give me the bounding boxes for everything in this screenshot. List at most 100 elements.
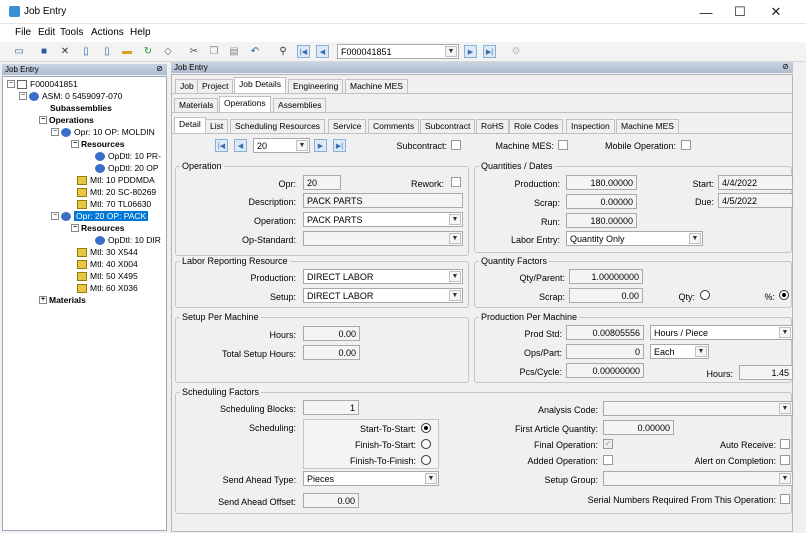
total-setup-hours-field[interactable]: 0.00 — [303, 345, 360, 360]
tree-node[interactable]: + Materials — [39, 295, 86, 305]
start-to-start-radio[interactable] — [421, 423, 431, 433]
tree-node[interactable]: − Operations — [39, 115, 94, 125]
send-ahead-offset-field[interactable]: 0.00 — [303, 493, 359, 508]
save-icon[interactable]: ■ — [38, 45, 50, 57]
tree-node[interactable]: − Resources — [71, 139, 124, 149]
chevron-down-icon[interactable]: ▼ — [449, 271, 461, 282]
tab-job[interactable]: Job — [175, 79, 199, 93]
tree-node[interactable]: − ASM: 0 5459097-070 — [19, 91, 122, 101]
tab-job-details[interactable]: Job Details — [234, 77, 287, 93]
tab-inspection[interactable]: Inspection — [566, 119, 615, 133]
tree-node[interactable]: Mtl: 50 X495 — [77, 271, 138, 281]
refresh-icon[interactable]: ↻ — [142, 45, 154, 57]
scrap-factor-field[interactable]: 0.00 — [569, 288, 643, 303]
last-record-icon[interactable]: ▶| — [483, 45, 496, 58]
scrap-percent-radio[interactable] — [779, 290, 789, 300]
last-operation-icon[interactable]: ▶| — [333, 139, 346, 152]
tab-operations[interactable]: Operations — [219, 96, 271, 112]
menu-file[interactable]: File — [15, 27, 31, 38]
tab-subcontract[interactable]: Subcontract — [420, 119, 476, 133]
undo-icon[interactable]: ↶ — [249, 45, 261, 57]
tab-materials[interactable]: Materials — [174, 98, 219, 112]
production-resource-combo[interactable]: DIRECT LABOR ▼ — [303, 269, 463, 284]
menu-tools[interactable]: Tools — [60, 27, 83, 38]
tree-node[interactable]: − F000041851 — [7, 79, 78, 89]
folder-icon[interactable]: ▬ — [121, 45, 133, 57]
operation-number-combo[interactable]: 20 ▼ — [253, 138, 310, 153]
maximize-button[interactable]: ☐ — [720, 0, 760, 24]
pcs-per-cycle-field[interactable]: 0.00000000 — [566, 363, 644, 378]
first-operation-icon[interactable]: |◀ — [215, 139, 228, 152]
tree-node[interactable]: OpDtl: 20 OP — [95, 163, 159, 173]
chevron-down-icon[interactable]: ▼ — [445, 46, 457, 57]
analysis-code-combo[interactable]: ▼ — [603, 401, 793, 416]
machine-mes-checkbox[interactable] — [558, 140, 568, 150]
rework-checkbox[interactable] — [451, 177, 461, 187]
chevron-down-icon[interactable]: ▼ — [425, 473, 437, 484]
alert-on-completion-checkbox[interactable] — [780, 455, 790, 465]
start-date-field[interactable]: 4/4/2022 — [718, 175, 793, 190]
tree-node[interactable]: Mtl: 10 PDDMDA — [77, 175, 155, 185]
tab-comments[interactable]: Comments — [368, 119, 420, 133]
tree-node[interactable]: − Resources — [71, 223, 124, 233]
tab-detail[interactable]: Detail — [174, 117, 206, 133]
eraser-icon[interactable]: ◇ — [162, 45, 174, 57]
prod-hours-field[interactable]: 1.45 — [739, 365, 793, 380]
tab-engineering[interactable]: Engineering — [288, 79, 344, 93]
book-icon[interactable]: ▯ — [80, 45, 92, 57]
tab-rohs[interactable]: RoHS — [476, 119, 509, 133]
labor-entry-combo[interactable]: Quantity Only ▼ — [566, 231, 703, 246]
tree-node[interactable]: Mtl: 60 X036 — [77, 283, 138, 293]
mobile-operation-checkbox[interactable] — [681, 140, 691, 150]
chevron-down-icon[interactable]: ▼ — [779, 473, 791, 484]
first-record-icon[interactable]: |◀ — [297, 45, 310, 58]
chevron-down-icon[interactable]: ▼ — [779, 403, 791, 414]
finish-to-start-radio[interactable] — [421, 439, 431, 449]
ops-unit-combo[interactable]: Each ▼ — [650, 344, 709, 359]
chevron-down-icon[interactable]: ▼ — [296, 140, 308, 151]
scheduling-blocks-field[interactable]: 1 — [303, 400, 359, 415]
finish-to-finish-radio[interactable] — [421, 455, 431, 465]
tab-assemblies[interactable]: Assemblies — [273, 98, 327, 112]
operation-combo[interactable]: PACK PARTS ▼ — [303, 212, 463, 227]
serial-numbers-required-checkbox[interactable] — [780, 494, 790, 504]
gear-icon[interactable]: ⚙ — [510, 45, 522, 57]
delete-icon[interactable]: ✕ — [59, 45, 71, 57]
tree-node[interactable]: Mtl: 40 X004 — [77, 259, 138, 269]
tab-service[interactable]: Service — [328, 119, 367, 133]
setup-group-combo[interactable]: ▼ — [603, 471, 793, 486]
final-operation-checkbox[interactable]: ✓ — [603, 439, 613, 449]
chevron-down-icon[interactable]: ▼ — [689, 233, 701, 244]
opr-field[interactable]: 20 — [303, 175, 341, 190]
subcontract-checkbox[interactable] — [451, 140, 461, 150]
op-standard-combo[interactable]: ▼ — [303, 231, 463, 246]
qty-per-parent-field[interactable]: 1.00000000 — [569, 269, 643, 284]
setup-hours-field[interactable]: 0.00 — [303, 326, 360, 341]
tab-project[interactable]: Project — [197, 79, 234, 93]
cut-icon[interactable]: ✂ — [188, 45, 200, 57]
paste-icon[interactable]: ▤ — [228, 45, 240, 57]
tab-role-codes[interactable]: Role Codes — [509, 119, 564, 133]
tree-node[interactable]: − Opr: 10 OP: MOLDIN — [51, 127, 155, 137]
tab-machine-mes-detail[interactable]: Machine MES — [616, 119, 679, 133]
tab-scheduling-resources[interactable]: Scheduling Resources — [230, 119, 326, 133]
menu-actions[interactable]: Actions — [91, 27, 124, 38]
new-icon[interactable]: ▭ — [13, 45, 25, 57]
chevron-down-icon[interactable]: ▼ — [449, 290, 461, 301]
tree-node[interactable]: Subassemblies — [50, 103, 112, 113]
next-operation-icon[interactable]: ▶ — [314, 139, 327, 152]
scrap-qty-radio[interactable] — [700, 290, 710, 300]
run-qty-field[interactable]: 180.00000 — [566, 213, 637, 228]
next-record-icon[interactable]: ▶ — [464, 45, 477, 58]
tree-node-selected[interactable]: − Opr: 20 OP: PACK — [51, 211, 149, 221]
binoculars-icon[interactable]: ⚲ — [277, 45, 289, 57]
chevron-down-icon[interactable]: ▼ — [449, 233, 461, 244]
auto-receive-checkbox[interactable] — [780, 439, 790, 449]
pin-icon[interactable]: ⊘ — [154, 64, 165, 74]
first-article-qty-field[interactable]: 0.00000 — [603, 420, 674, 435]
description-field[interactable]: PACK PARTS — [303, 193, 463, 208]
chevron-down-icon[interactable]: ▼ — [779, 327, 791, 338]
job-number-combo[interactable]: F000041851 ▼ — [337, 44, 459, 59]
close-button[interactable]: ✕ — [756, 0, 796, 24]
tree-node[interactable]: Mtl: 20 SC-80269 — [77, 187, 156, 197]
